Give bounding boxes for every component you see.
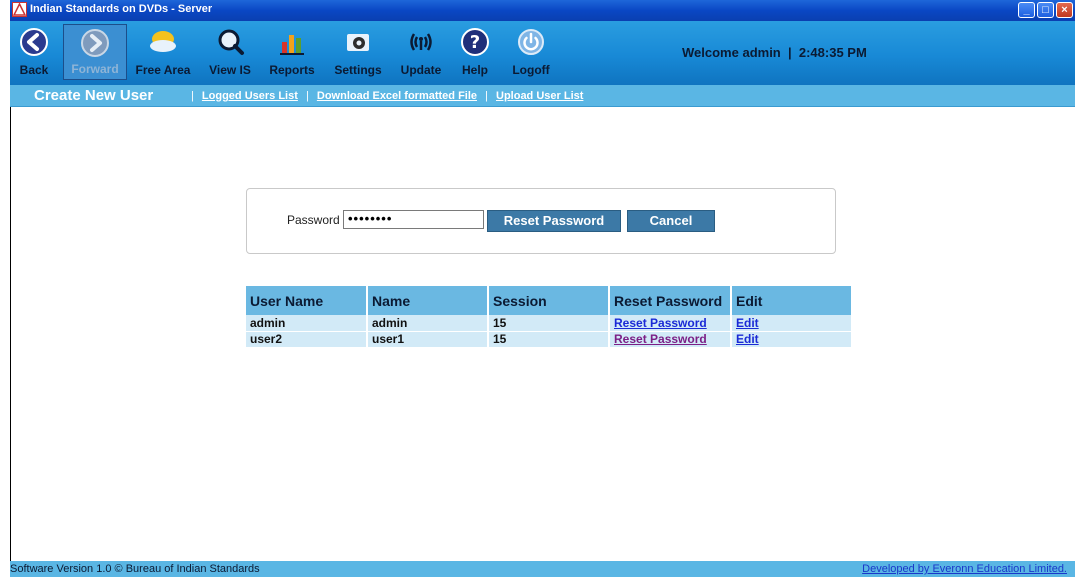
create-new-user-link[interactable]: Create New User — [34, 87, 153, 104]
view-magnifier-icon — [218, 29, 244, 55]
logoff-label: Logoff — [512, 63, 550, 77]
download-excel-link[interactable]: Download Excel formatted File — [317, 90, 477, 102]
status-footer: Software Version 1.0 © Bureau of Indian … — [10, 561, 1075, 577]
help-question-icon: ? — [461, 28, 489, 56]
maximize-button[interactable]: □ — [1037, 2, 1054, 18]
window-controls: _ □ × — [1018, 2, 1073, 18]
separator: | — [485, 90, 488, 102]
app-logo-icon — [12, 2, 27, 17]
forward-arrow-icon — [81, 29, 109, 57]
cell-name: admin — [367, 315, 489, 332]
developer-link[interactable]: Developed by Everonn Education Limited. — [862, 563, 1067, 575]
reset-password-link[interactable]: Reset Password — [614, 332, 707, 346]
sub-navigation: Create New User | Logged Users List | Do… — [10, 85, 1075, 107]
cell-reset: Reset Password — [609, 315, 732, 332]
table-header-row: User Name Name Session Reset Password Ed… — [246, 286, 851, 315]
help-label: Help — [461, 63, 488, 77]
cell-session: 15 — [488, 331, 610, 348]
update-button[interactable]: Update — [396, 24, 446, 80]
users-table: User Name Name Session Reset Password Ed… — [246, 286, 851, 348]
version-copyright: Software Version 1.0 © Bureau of Indian … — [10, 563, 260, 575]
cell-reset: Reset Password — [609, 331, 732, 348]
back-label: Back — [19, 63, 49, 77]
content-left-border — [10, 107, 11, 562]
welcome-status: Welcome admin | 2:48:35 PM — [682, 45, 867, 60]
settings-button[interactable]: Settings — [330, 24, 386, 80]
current-time: 2:48:35 PM — [798, 45, 867, 60]
app-window: Indian Standards on DVDs - Server _ □ × … — [0, 0, 1075, 577]
column-header-reset-password: Reset Password — [609, 286, 732, 315]
separator: | — [191, 90, 194, 102]
cell-user-name: admin — [246, 315, 368, 332]
upload-user-list-link[interactable]: Upload User List — [496, 90, 583, 102]
minimize-button[interactable]: _ — [1018, 2, 1035, 18]
subnav-links: | Logged Users List | Download Excel for… — [186, 90, 583, 102]
column-header-edit: Edit — [731, 286, 851, 315]
free-area-icon — [150, 31, 176, 52]
cell-session: 15 — [488, 315, 610, 332]
svg-text:?: ? — [470, 32, 480, 53]
main-toolbar: Back Forward Free Area View IS Reports S… — [10, 21, 1075, 85]
cancel-button[interactable]: Cancel — [627, 210, 715, 232]
cell-edit: Edit — [731, 315, 851, 332]
logoff-button[interactable]: Logoff — [506, 24, 556, 80]
reset-password-link[interactable]: Reset Password — [614, 316, 707, 330]
cell-user-name: user2 — [246, 331, 368, 348]
reports-button[interactable]: Reports — [264, 24, 320, 80]
settings-label: Settings — [334, 63, 382, 77]
reset-password-button[interactable]: Reset Password — [487, 210, 621, 232]
edit-link[interactable]: Edit — [736, 332, 759, 346]
title-bar: Indian Standards on DVDs - Server _ □ × — [10, 0, 1075, 21]
view-is-button[interactable]: View IS — [206, 24, 254, 80]
reports-chart-icon — [280, 35, 304, 55]
password-label: Password — [287, 213, 340, 227]
cell-edit: Edit — [731, 331, 851, 348]
column-header-user-name: User Name — [246, 286, 368, 315]
reports-label: Reports — [269, 63, 315, 77]
table-row: user2 user1 15 Reset Password Edit — [246, 331, 851, 348]
back-button[interactable]: Back — [16, 24, 52, 80]
current-user: admin — [742, 45, 781, 60]
separator: | — [305, 90, 309, 102]
update-signal-icon — [410, 33, 432, 51]
edit-link[interactable]: Edit — [736, 316, 759, 330]
settings-gear-icon — [347, 34, 369, 51]
view-is-label: View IS — [209, 63, 251, 77]
back-arrow-icon — [20, 28, 48, 56]
logged-users-list-link[interactable]: Logged Users List — [202, 90, 298, 102]
password-field[interactable]: •••••••• — [343, 210, 484, 229]
cell-name: user1 — [367, 331, 489, 348]
forward-button[interactable]: Forward — [63, 24, 127, 80]
help-button[interactable]: ? Help — [458, 24, 492, 80]
close-button[interactable]: × — [1056, 2, 1073, 18]
welcome-label: Welcome — [682, 45, 739, 60]
table-row: admin admin 15 Reset Password Edit — [246, 315, 851, 332]
power-icon — [518, 29, 544, 55]
reset-password-panel: Password •••••••• Reset Password Cancel — [246, 188, 836, 254]
update-label: Update — [400, 63, 442, 77]
free-area-label: Free Area — [135, 63, 191, 77]
free-area-button[interactable]: Free Area — [132, 24, 194, 80]
column-header-name: Name — [367, 286, 489, 315]
column-header-session: Session — [488, 286, 610, 315]
forward-label: Forward — [71, 62, 119, 76]
window-title: Indian Standards on DVDs - Server — [30, 3, 213, 15]
